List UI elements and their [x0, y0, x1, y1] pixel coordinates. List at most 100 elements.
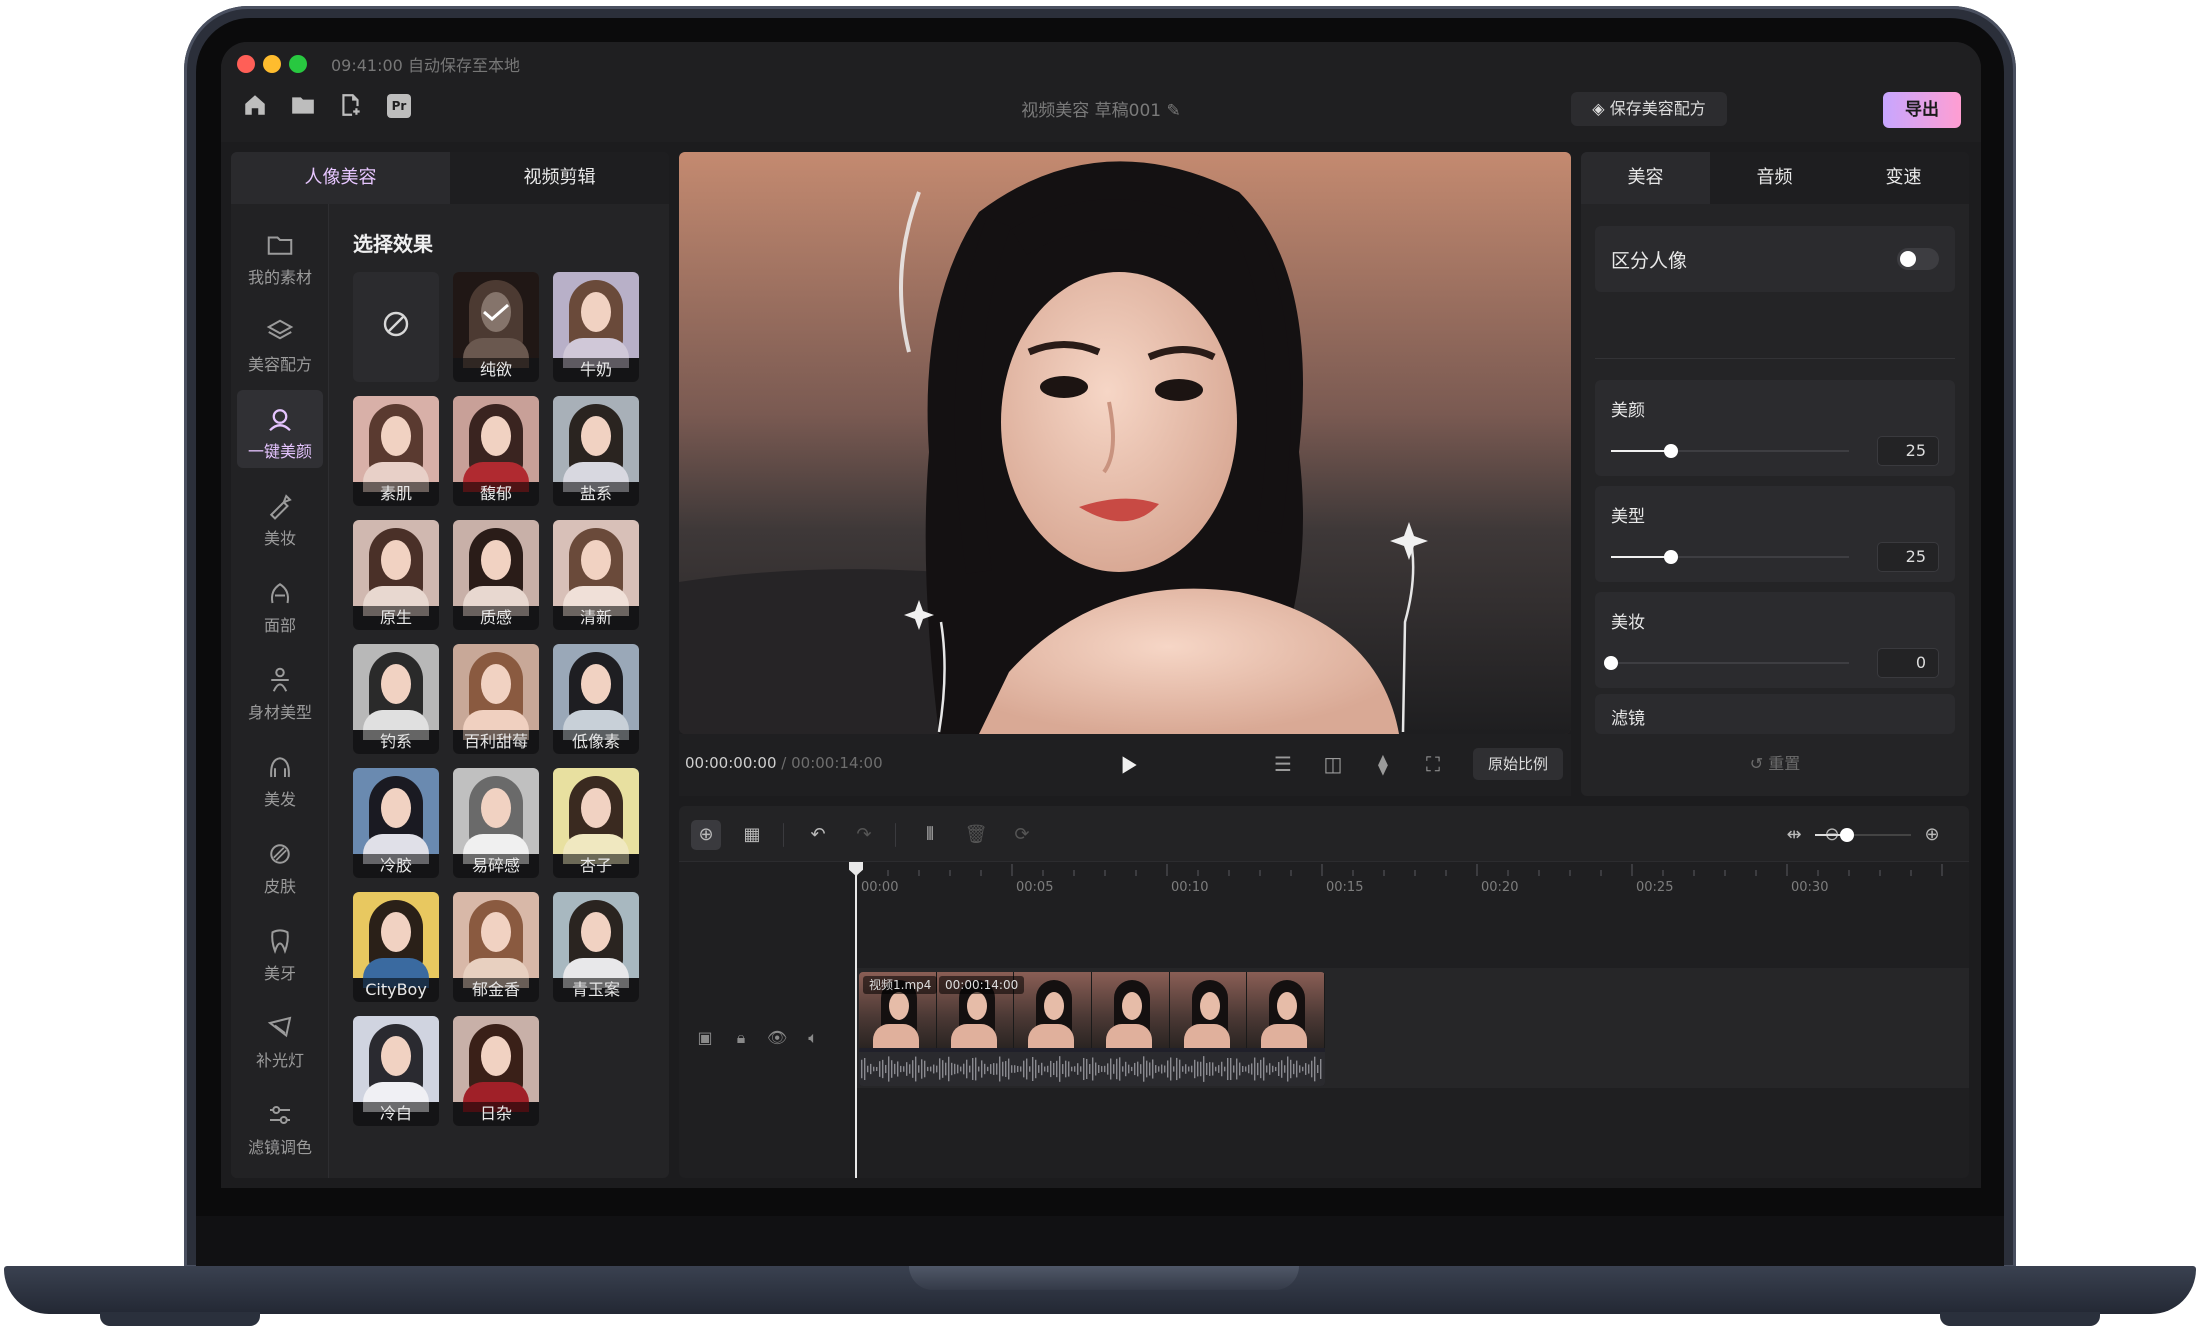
effect-card[interactable]: 郁金香 — [453, 892, 539, 1002]
edit-pencil-icon[interactable]: ✎ — [1167, 101, 1181, 121]
frame-shoulder — [1183, 1024, 1230, 1048]
slider-knob[interactable] — [1663, 444, 1678, 458]
effect-card[interactable]: 日杂 — [453, 1016, 539, 1126]
effect-card[interactable]: 牛奶 — [553, 272, 639, 382]
tab-portrait-beauty[interactable]: 人像美容 — [231, 152, 450, 204]
redo-icon[interactable]: ↷ — [849, 820, 879, 850]
play-icon[interactable] — [1115, 752, 1141, 778]
tick-label: 00:30 — [1791, 880, 1829, 895]
split-icon[interactable]: ⫴ — [915, 820, 945, 850]
close-window-button[interactable] — [237, 55, 255, 73]
effect-card[interactable]: 素肌 — [353, 396, 439, 506]
sidebar-item-0[interactable]: 我的素材 — [237, 216, 323, 294]
zoom-slider[interactable] — [1815, 828, 1911, 842]
distinguish-portrait-row: 区分人像 — [1595, 226, 1955, 292]
delete-icon[interactable]: 🗑 — [961, 820, 991, 850]
export-button[interactable]: 导出 — [1883, 92, 1961, 128]
sidebar-item-label: 补光灯 — [255, 1051, 304, 1070]
tab-speed[interactable]: 变速 — [1839, 152, 1968, 204]
autosave-status: 09:41:00 自动保存至本地 — [331, 56, 520, 75]
sidebar-item-1[interactable]: 美容配方 — [237, 303, 323, 381]
waveform-bar — [1122, 1066, 1124, 1072]
sidebar-item-7[interactable]: 皮肤 — [237, 825, 323, 903]
effect-label: 素肌 — [353, 482, 439, 506]
sidebar-item-8[interactable]: 美牙 — [237, 912, 323, 990]
minimize-window-button[interactable] — [263, 55, 281, 73]
effect-label: 易碎感 — [453, 854, 539, 878]
grid-view-icon[interactable]: ▦ — [737, 820, 767, 850]
effect-card[interactable]: 易碎感 — [453, 768, 539, 878]
slider-value-input[interactable]: 25 — [1877, 436, 1939, 466]
snap-icon[interactable]: ⊕ — [691, 820, 721, 850]
reset-button[interactable]: ↺ 重置 — [1581, 750, 1969, 774]
slider-track[interactable] — [1604, 656, 1849, 670]
save-recipe-button[interactable]: ◈ 保存美容配方 — [1571, 92, 1727, 126]
video-clip[interactable]: 视频1.mp4 00:00:14:00 — [859, 972, 1325, 1086]
effect-card[interactable]: 冷胶 — [353, 768, 439, 878]
adjust-icon[interactable]: ⧫ — [1371, 752, 1395, 776]
effect-card[interactable]: 钓系 — [353, 644, 439, 754]
slider-track[interactable] — [1611, 444, 1849, 458]
sidebar-item-label: 一键美颜 — [247, 442, 312, 461]
tab-audio[interactable]: 音频 — [1710, 152, 1839, 204]
fullscreen-icon[interactable]: ⛶ — [1421, 752, 1445, 776]
compare-icon[interactable]: ◫ — [1321, 752, 1345, 776]
slider-track[interactable] — [1611, 550, 1849, 564]
effect-card[interactable]: 百利甜莓 — [453, 644, 539, 754]
zoom-slider-knob[interactable] — [1839, 828, 1854, 842]
effect-none[interactable] — [353, 272, 439, 382]
slider-knob[interactable] — [1604, 656, 1618, 670]
zoom-in-icon[interactable]: ⊕ — [1917, 820, 1947, 850]
cover-icon[interactable]: ▣ — [695, 1028, 715, 1048]
sidebar-item-3[interactable]: 美妆 — [237, 477, 323, 555]
video-preview[interactable] — [679, 152, 1571, 734]
sidebar-item-2[interactable]: 一键美颜 — [237, 390, 323, 468]
tick-label: 00:10 — [1171, 880, 1209, 895]
list-icon[interactable]: ☰ — [1271, 752, 1295, 776]
slider-value-input[interactable]: 0 — [1877, 648, 1939, 678]
time-ruler[interactable]: 00:00 00:05 00:10 00:15 00:20 00:25 00:30 — [855, 862, 1969, 902]
waveform-bars — [861, 1056, 1322, 1082]
effect-card[interactable]: 纯欲 — [453, 272, 539, 382]
effect-card[interactable]: 原生 — [353, 520, 439, 630]
aspect-ratio-button[interactable]: 原始比例 — [1473, 748, 1563, 780]
lock-icon[interactable]: 🔒︎ — [731, 1028, 751, 1048]
effect-card[interactable]: 清新 — [553, 520, 639, 630]
sidebar-item-9[interactable]: 补光灯 — [237, 999, 323, 1077]
sidebar-item-4[interactable]: 面部 — [237, 564, 323, 642]
effect-card[interactable]: 质感 — [453, 520, 539, 630]
effect-card[interactable]: 馥郁 — [453, 396, 539, 506]
fit-timeline-icon[interactable]: ⇹ — [1779, 820, 1809, 850]
waveform-bar — [1116, 1058, 1118, 1080]
maximize-window-button[interactable] — [289, 55, 307, 73]
effect-label: 杏子 — [553, 854, 639, 878]
waveform-bar — [1035, 1059, 1037, 1079]
effect-card[interactable]: 低像素 — [553, 644, 639, 754]
effect-thumbnail — [553, 768, 639, 864]
left-tabs: 人像美容 视频剪辑 — [231, 152, 669, 204]
sidebar-item-6[interactable]: 美发 — [237, 738, 323, 816]
waveform-bar — [1107, 1063, 1109, 1075]
filter-row[interactable]: 滤镜 — [1595, 694, 1955, 734]
waveform-bar — [1074, 1066, 1076, 1072]
slider-value-input[interactable]: 25 — [1877, 542, 1939, 572]
sidebar-item-10[interactable]: 滤镜调色 — [237, 1086, 323, 1164]
waveform-bar — [1161, 1064, 1163, 1074]
waveform-bar — [882, 1059, 884, 1079]
tab-video-edit[interactable]: 视频剪辑 — [450, 152, 669, 204]
sidebar-item-5[interactable]: 身材美型 — [237, 651, 323, 729]
tab-beauty[interactable]: 美容 — [1581, 152, 1710, 204]
effect-card[interactable]: 冷白 — [353, 1016, 439, 1126]
volume-icon[interactable]: 🔈︎ — [803, 1028, 823, 1048]
replace-icon[interactable]: ⟳ — [1007, 820, 1037, 850]
effect-card[interactable]: 杏子 — [553, 768, 639, 878]
effect-label: CityBoy — [353, 978, 439, 1002]
effect-card[interactable]: 青玉案 — [553, 892, 639, 1002]
distinguish-portrait-toggle[interactable] — [1897, 248, 1939, 270]
eye-icon[interactable]: 👁︎ — [767, 1028, 787, 1048]
effect-card[interactable]: 盐系 — [553, 396, 639, 506]
undo-icon[interactable]: ↶ — [803, 820, 833, 850]
slider-knob[interactable] — [1663, 550, 1678, 564]
effect-card[interactable]: CityBoy — [353, 892, 439, 1002]
playhead[interactable] — [855, 862, 857, 1178]
